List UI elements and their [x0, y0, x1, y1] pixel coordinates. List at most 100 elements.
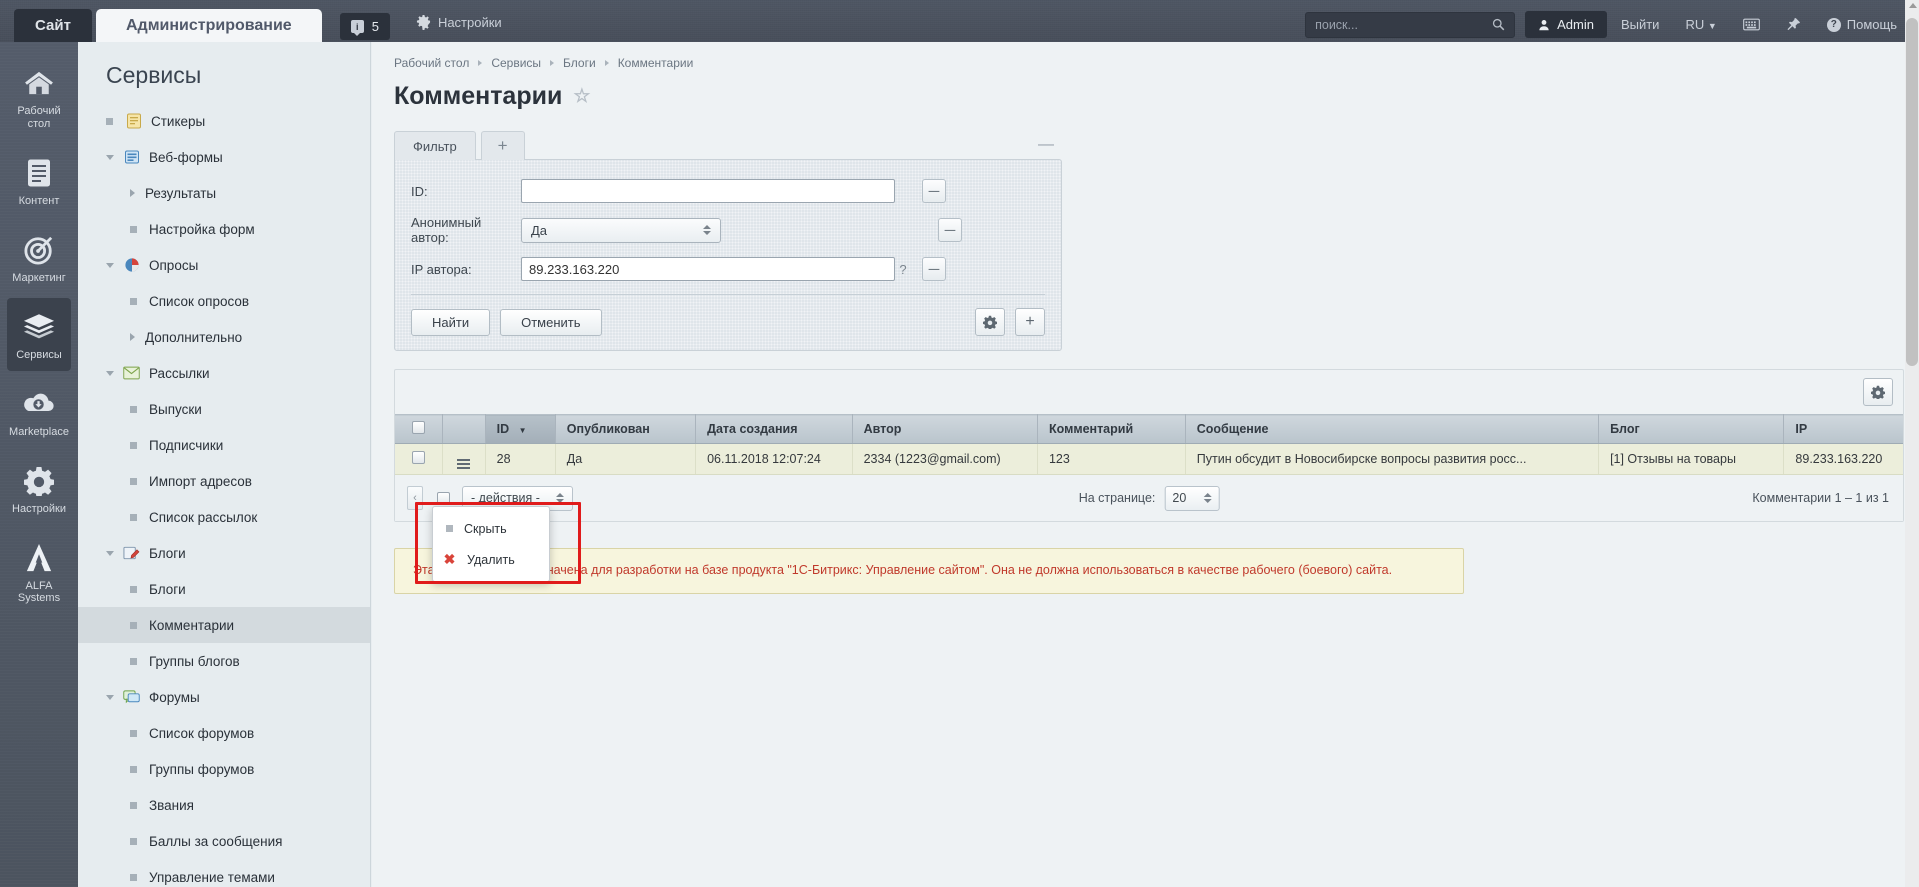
settings-menu-item[interactable]: Настройки	[404, 6, 514, 39]
page-scrollbar[interactable]	[1905, 0, 1919, 887]
rail-item-content[interactable]: Контент	[7, 144, 71, 217]
menu-item-10[interactable]: Импорт адресов	[78, 463, 370, 499]
menu-item-6[interactable]: Дополнительно	[78, 319, 370, 355]
rail-item-settings[interactable]: Настройки	[7, 452, 71, 525]
filter-input-id[interactable]	[521, 179, 895, 203]
context-menu-item-delete[interactable]: ✖ Удалить	[433, 544, 549, 575]
rail-item-services[interactable]: Сервисы	[7, 298, 71, 371]
context-menu-item-hide[interactable]: Скрыть	[433, 513, 549, 544]
menu-item-17[interactable]: Список форумов	[78, 715, 370, 751]
filter-select-anonymous[interactable]: Да	[521, 217, 721, 243]
breadcrumb-item-blogs[interactable]: Блоги	[563, 56, 596, 70]
filter-panel: Фильтр + — ID: ─ Анонимный автор: Да ─ I…	[394, 131, 1062, 351]
th-select-all[interactable]	[395, 414, 444, 444]
th-published[interactable]: Опубликован	[555, 414, 697, 444]
menu-item-19[interactable]: Звания	[78, 787, 370, 823]
chevron-down-icon[interactable]	[106, 694, 114, 700]
menu-item-4[interactable]: Опросы	[78, 247, 370, 283]
table-row[interactable]: 28 Да 06.11.2018 12:07:24 2334 (1223@gma…	[395, 443, 1903, 475]
th-message[interactable]: Сообщение	[1185, 414, 1600, 444]
cell-comment[interactable]: 123	[1037, 443, 1186, 475]
menu-item-15[interactable]: Группы блогов	[78, 643, 370, 679]
menu-item-18[interactable]: Группы форумов	[78, 751, 370, 787]
chevron-right-icon[interactable]	[130, 333, 135, 341]
chevron-right-icon[interactable]	[130, 189, 135, 197]
breadcrumb-item-desktop[interactable]: Рабочий стол	[394, 56, 469, 70]
th-blog[interactable]: Блог	[1598, 414, 1785, 444]
breadcrumb-item-services[interactable]: Сервисы	[491, 56, 541, 70]
keyboard-shortcuts-button[interactable]	[1731, 18, 1772, 31]
bullet-icon	[130, 837, 137, 845]
tab-filter[interactable]: Фильтр	[394, 131, 476, 160]
row-menu-cell[interactable]	[442, 443, 486, 475]
menu-item-5[interactable]: Список опросов	[78, 283, 370, 319]
chevron-down-icon[interactable]	[106, 262, 114, 268]
add-filter-field-button[interactable]: +	[1015, 308, 1045, 336]
menu-item-14[interactable]: Комментарии	[78, 607, 370, 643]
menu-item-1[interactable]: Веб-формы	[78, 139, 370, 175]
global-search-box[interactable]	[1305, 11, 1516, 38]
logout-link[interactable]: Выйти	[1609, 17, 1672, 32]
chevron-down-icon[interactable]	[106, 550, 114, 556]
row-checkbox[interactable]	[412, 451, 426, 464]
th-created-date[interactable]: Дата создания	[695, 414, 853, 444]
menu-item-11[interactable]: Список рассылок	[78, 499, 370, 535]
cell-ip[interactable]: 89.233.163.220	[1783, 443, 1903, 475]
rail-item-alfa-systems[interactable]: ALFA Systems	[7, 529, 71, 613]
favorite-star-icon[interactable]: ☆	[573, 85, 590, 108]
breadcrumb-separator-icon	[604, 60, 609, 66]
chevron-down-icon[interactable]	[106, 154, 114, 160]
row-actions-menu-icon[interactable]	[457, 458, 471, 469]
select-all-checkbox[interactable]	[412, 421, 426, 434]
menu-item-21[interactable]: Управление темами	[78, 859, 370, 887]
footer-select-all-checkbox[interactable]	[437, 491, 450, 505]
menu-item-7[interactable]: Рассылки	[78, 355, 370, 391]
menu-item-13[interactable]: Блоги	[78, 571, 370, 607]
cancel-filter-button[interactable]: Отменить	[500, 308, 602, 336]
menu-item-16[interactable]: Форумы	[78, 679, 370, 715]
rail-item-marketing[interactable]: Маркетинг	[7, 221, 71, 294]
menu-item-20[interactable]: Баллы за сообщения	[78, 823, 370, 859]
th-id[interactable]: ID ▼	[485, 414, 556, 444]
admin-tab[interactable]: Администрирование	[96, 9, 322, 42]
breadcrumb-item-comments[interactable]: Комментарии	[618, 56, 694, 70]
user-chip[interactable]: Admin	[1525, 11, 1607, 38]
menu-item-9[interactable]: Подписчики	[78, 427, 370, 463]
menu-item-3[interactable]: Настройка форм	[78, 211, 370, 247]
grid-settings-button[interactable]	[1863, 378, 1893, 406]
cell-message: Путин обсудит в Новосибирске вопросы раз…	[1185, 443, 1600, 475]
row-context-menu[interactable]: Скрыть ✖ Удалить	[432, 506, 550, 582]
rail-item-marketplace[interactable]: Marketplace	[7, 375, 71, 448]
prev-page-button[interactable]: ‹	[407, 486, 423, 510]
pin-button[interactable]	[1774, 17, 1813, 32]
scroll-up-arrow-icon[interactable]	[1909, 3, 1917, 8]
menu-item-8[interactable]: Выпуски	[78, 391, 370, 427]
help-link[interactable]: ? Помощь	[1815, 17, 1909, 32]
chevron-down-icon[interactable]	[106, 370, 114, 376]
add-filter-tab-button[interactable]: +	[480, 131, 525, 160]
search-input[interactable]	[1315, 17, 1493, 32]
filter-settings-button[interactable]	[975, 308, 1005, 336]
blog-icon	[123, 545, 140, 562]
site-tab[interactable]: Сайт	[14, 9, 92, 42]
menu-item-12[interactable]: Блоги	[78, 535, 370, 571]
th-author[interactable]: Автор	[852, 414, 1038, 444]
filter-input-ip[interactable]	[521, 257, 895, 281]
filter-help-ip-icon[interactable]: ?	[895, 262, 911, 277]
rail-item-desktop[interactable]: Рабочий стол	[7, 54, 71, 140]
menu-item-0[interactable]: Стикеры	[78, 103, 370, 139]
scrollbar-thumb[interactable]	[1906, 18, 1918, 366]
remove-filter-field-id-button[interactable]: ─	[922, 179, 946, 203]
th-ip[interactable]: IP	[1783, 414, 1903, 444]
notifications-badge[interactable]: i 5	[339, 13, 390, 40]
remove-filter-field-anonymous-button[interactable]: ─	[938, 218, 962, 242]
cell-id[interactable]: 28	[485, 443, 556, 475]
remove-filter-field-ip-button[interactable]: ─	[922, 257, 946, 281]
th-comment[interactable]: Комментарий	[1037, 414, 1186, 444]
menu-item-2[interactable]: Результаты	[78, 175, 370, 211]
language-selector[interactable]: RU ▼	[1673, 17, 1728, 32]
per-page-select[interactable]: 20	[1164, 485, 1220, 511]
collapse-filter-icon[interactable]: —	[1038, 136, 1054, 154]
find-button[interactable]: Найти	[411, 308, 491, 336]
row-checkbox-cell[interactable]	[395, 443, 444, 475]
